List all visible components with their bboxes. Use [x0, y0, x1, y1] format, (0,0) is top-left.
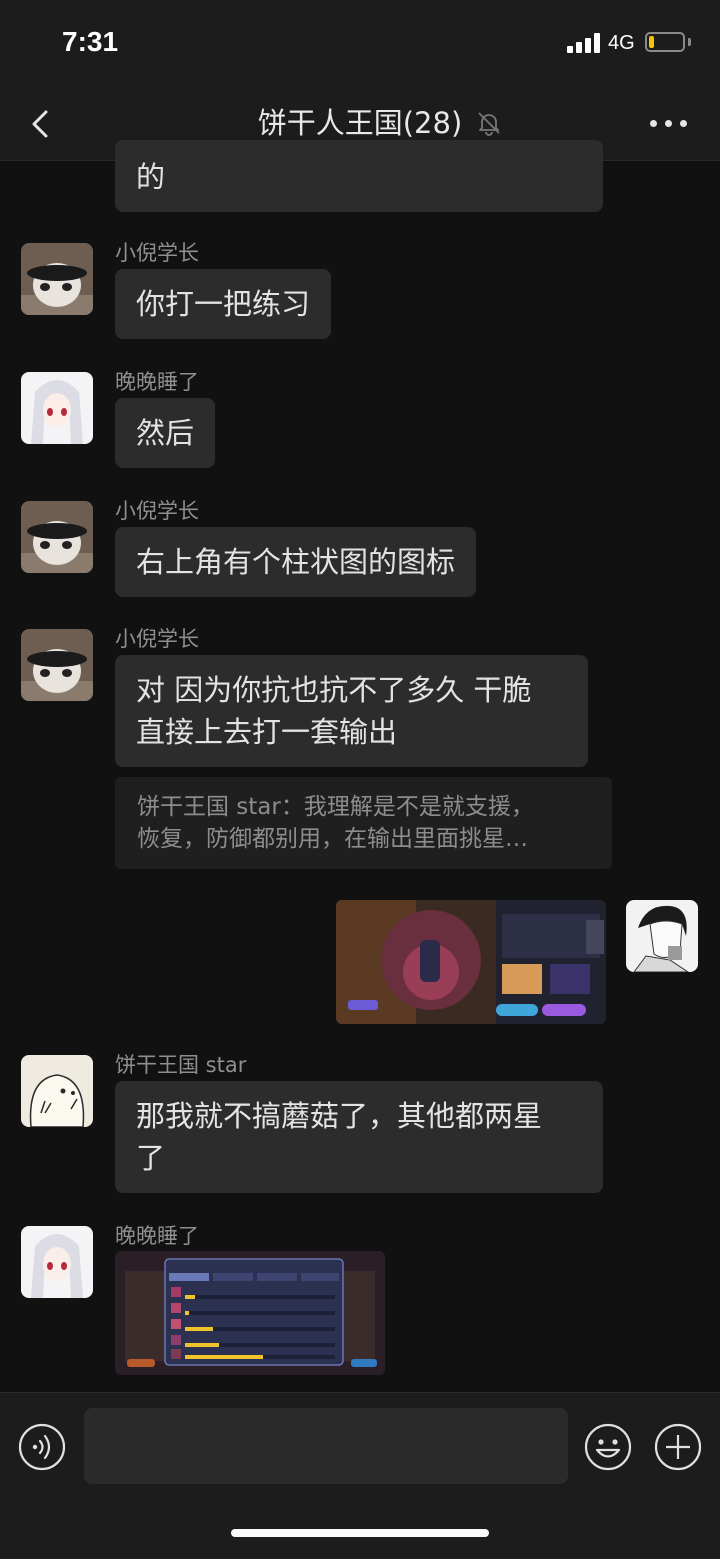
message-line: 对 因为你抗也抗不了多久 干脆	[136, 673, 532, 707]
panda-avatar[interactable]	[21, 629, 93, 701]
sender-name: 小倪学长	[115, 499, 199, 523]
quote-line: 饼干王国 star：我理解是不是就支援，	[137, 794, 534, 820]
message-line: 了	[136, 1141, 166, 1175]
anime-girl-avatar[interactable]	[21, 372, 93, 444]
panda-avatar[interactable]	[21, 243, 93, 315]
message-bubble[interactable]: 你打一把练习	[115, 269, 332, 339]
voice-icon[interactable]	[18, 1423, 66, 1471]
message-input[interactable]	[84, 1408, 568, 1484]
chevron-left-icon[interactable]	[24, 106, 60, 142]
manga-man-avatar[interactable]	[626, 900, 698, 972]
quote-line: 恢复，防御都别用，在输出里面挑星…	[137, 826, 528, 852]
sender-name: 小倪学长	[115, 627, 199, 651]
plus-icon[interactable]	[654, 1423, 702, 1471]
message-bubble[interactable]: 右上角有个柱状图的图标	[115, 527, 477, 597]
message-bubble[interactable]: 那我就不搞蘑菇了，其他都两星 了	[115, 1081, 603, 1193]
message-text: 你打一把练习	[136, 287, 311, 321]
battle-report-image[interactable]	[115, 1251, 385, 1375]
message-bubble[interactable]: 对 因为你抗也抗不了多久 干脆 直接上去打一套输出	[115, 655, 588, 767]
status-time: 7:31	[62, 26, 119, 57]
signal-icon	[567, 33, 601, 53]
sender-name: 晚晚睡了	[115, 1224, 199, 1248]
status-bar: 7:31 4G	[0, 0, 720, 88]
anime-girl-avatar[interactable]	[21, 1226, 93, 1298]
message-bubble[interactable]: 的	[115, 140, 603, 212]
input-bar	[0, 1392, 720, 1559]
more-dots-icon[interactable]	[650, 120, 690, 128]
panda-avatar[interactable]	[21, 501, 93, 573]
quoted-reply[interactable]: 饼干王国 star：我理解是不是就支援， 恢复，防御都别用，在输出里面挑星…	[115, 777, 612, 869]
sender-name: 晚晚睡了	[115, 370, 199, 394]
message-bubble[interactable]: 然后	[115, 398, 216, 468]
sender-name: 小倪学长	[115, 241, 199, 265]
game-screenshot-image[interactable]	[336, 900, 606, 1024]
emoji-icon[interactable]	[584, 1423, 632, 1471]
message-text: 右上角有个柱状图的图标	[136, 545, 456, 579]
chat-title: 饼干人王国(28)	[257, 106, 463, 140]
message-text: 的	[136, 160, 166, 194]
battery-tip	[688, 38, 691, 46]
sender-name: 饼干王国 star	[115, 1053, 247, 1077]
network-type: 4G	[608, 32, 635, 54]
message-line: 那我就不搞蘑菇了，其他都两星	[136, 1099, 543, 1133]
message-line: 直接上去打一套输出	[136, 715, 398, 749]
cartoon-seal-avatar[interactable]	[21, 1055, 93, 1127]
battery-icon	[645, 32, 685, 52]
message-text: 然后	[136, 416, 195, 450]
bell-off-icon	[478, 112, 500, 136]
home-indicator[interactable]	[231, 1529, 489, 1537]
